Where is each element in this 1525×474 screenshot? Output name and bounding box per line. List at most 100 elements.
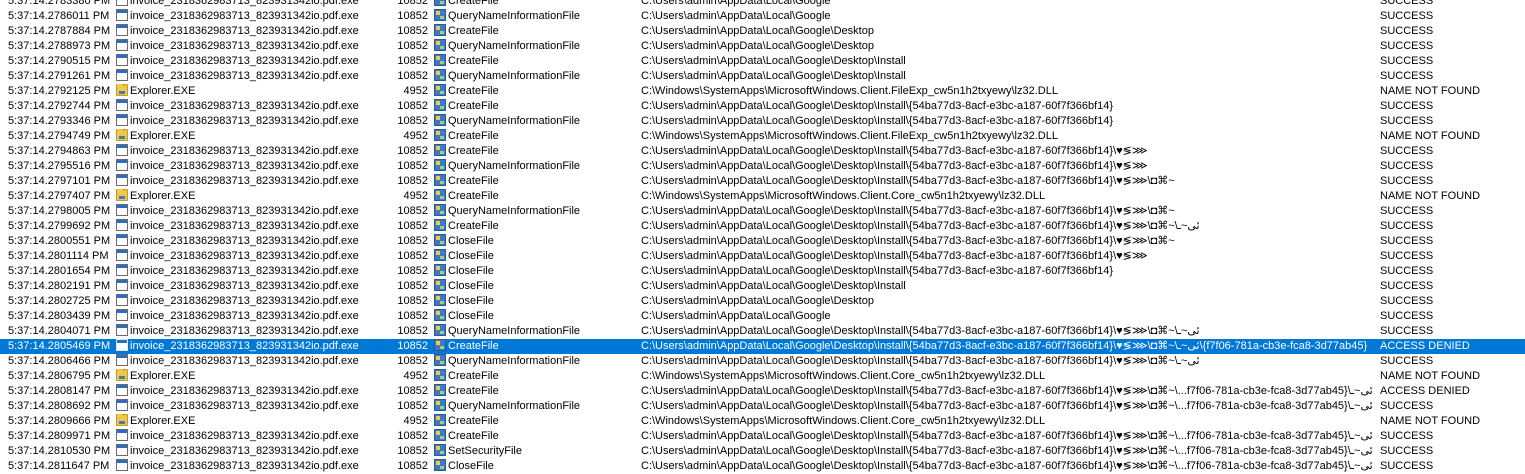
time-cell: 5:37:14.2800551 PM: [8, 235, 111, 247]
filesystem-operation-icon: [434, 204, 446, 216]
event-row[interactable]: 5:37:14.2808692 PM invoice_2318362983713…: [0, 399, 1525, 414]
event-row[interactable]: 5:37:14.2787884 PM invoice_2318362983713…: [0, 24, 1525, 39]
operation-name: CreateFile: [448, 100, 499, 112]
operation-name: QueryNameInformationFile: [448, 70, 581, 82]
event-row[interactable]: 5:37:14.2804071 PM invoice_2318362983713…: [0, 324, 1525, 339]
pid-cell: 4952: [403, 190, 428, 202]
time-cell: 5:37:14.2792125 PM: [8, 85, 111, 97]
process-name: invoice_2318362983713_823931342io.pdf.ex…: [130, 385, 359, 397]
filesystem-operation-icon: [434, 444, 446, 456]
operation-name: CloseFile: [448, 250, 494, 262]
exe-icon: [116, 99, 128, 111]
pid-cell: 10852: [397, 430, 428, 442]
time-cell: 5:37:14.2790515 PM: [8, 55, 111, 67]
path-cell: C:\Users\admin\AppData\Local\Google\Desk…: [641, 175, 1175, 187]
exe-icon: [116, 444, 128, 456]
operation-cell: CreateFile: [434, 339, 634, 354]
operation-name: CreateFile: [448, 430, 499, 442]
operation-name: CloseFile: [448, 310, 494, 322]
path-cell: C:\Users\admin\AppData\Local\Google\Desk…: [641, 100, 1114, 112]
event-row[interactable]: 5:37:14.2806466 PM invoice_2318362983713…: [0, 354, 1525, 369]
operation-name: CreateFile: [448, 340, 499, 352]
event-row[interactable]: 5:37:14.2793346 PM invoice_2318362983713…: [0, 114, 1525, 129]
filesystem-operation-icon: [434, 294, 446, 306]
result-cell: SUCCESS: [1380, 310, 1434, 322]
event-row[interactable]: 5:37:14.2809666 PM Explorer.EXE 4952 Cre…: [0, 414, 1525, 429]
event-row[interactable]: 5:37:14.2803439 PM invoice_2318362983713…: [0, 309, 1525, 324]
filesystem-operation-icon: [434, 234, 446, 246]
event-row[interactable]: 5:37:14.2801114 PM invoice_2318362983713…: [0, 249, 1525, 264]
time-cell: 5:37:14.2804071 PM: [8, 325, 111, 337]
exe-icon: [116, 69, 128, 81]
path-cell: C:\Windows\SystemApps\MicrosoftWindows.C…: [641, 85, 1058, 97]
event-row[interactable]: 5:37:14.2794749 PM Explorer.EXE 4952 Cre…: [0, 129, 1525, 144]
operation-cell: CreateFile: [434, 99, 634, 114]
process-name: invoice_2318362983713_823931342io.pdf.ex…: [130, 445, 359, 457]
result-cell: SUCCESS: [1380, 220, 1434, 232]
time-cell: 5:37:14.2794749 PM: [8, 130, 111, 142]
operation-cell: CreateFile: [434, 189, 634, 204]
process-cell: invoice_2318362983713_823931342io.pdf.ex…: [116, 39, 386, 54]
operation-cell: QueryNameInformationFile: [434, 399, 634, 414]
process-name: invoice_2318362983713_823931342io.pdf.ex…: [130, 235, 359, 247]
operation-name: QueryNameInformationFile: [448, 325, 581, 337]
event-row[interactable]: 5:37:14.2806795 PM Explorer.EXE 4952 Cre…: [0, 369, 1525, 384]
event-row[interactable]: 5:37:14.2799692 PM invoice_2318362983713…: [0, 219, 1525, 234]
exe-icon: [116, 429, 128, 441]
event-row[interactable]: 5:37:14.2797101 PM invoice_2318362983713…: [0, 174, 1525, 189]
event-list[interactable]: 5:37:14.2783380 PM invoice_2318362983713…: [0, 0, 1525, 474]
pid-cell: 10852: [397, 460, 428, 472]
event-row[interactable]: 5:37:14.2800551 PM invoice_2318362983713…: [0, 234, 1525, 249]
event-row[interactable]: 5:37:14.2802725 PM invoice_2318362983713…: [0, 294, 1525, 309]
process-cell: invoice_2318362983713_823931342io.pdf.ex…: [116, 0, 386, 9]
event-row[interactable]: 5:37:14.2797407 PM Explorer.EXE 4952 Cre…: [0, 189, 1525, 204]
path-cell: C:\Users\admin\AppData\Local\Google\Desk…: [641, 445, 1373, 457]
process-name: invoice_2318362983713_823931342io.pdf.ex…: [130, 250, 359, 262]
path-cell: C:\Users\admin\AppData\Local\Google\Desk…: [641, 25, 874, 37]
exe-icon: [116, 264, 128, 276]
event-row[interactable]: 5:37:14.2798005 PM invoice_2318362983713…: [0, 204, 1525, 219]
event-row[interactable]: 5:37:14.2808147 PM invoice_2318362983713…: [0, 384, 1525, 399]
time-cell: 5:37:14.2808147 PM: [8, 385, 111, 397]
filesystem-operation-icon: [434, 459, 446, 471]
event-row[interactable]: 5:37:14.2792744 PM invoice_2318362983713…: [0, 99, 1525, 114]
process-name: Explorer.EXE: [130, 85, 196, 97]
exe-icon: [116, 249, 128, 261]
result-cell: SUCCESS: [1380, 100, 1434, 112]
path-cell: C:\Users\admin\AppData\Local\Google\Desk…: [641, 295, 874, 307]
time-cell: 5:37:14.2811647 PM: [8, 460, 110, 472]
event-row[interactable]: 5:37:14.2792125 PM Explorer.EXE 4952 Cre…: [0, 84, 1525, 99]
event-row[interactable]: 5:37:14.2786011 PM invoice_2318362983713…: [0, 9, 1525, 24]
event-row[interactable]: 5:37:14.2791261 PM invoice_2318362983713…: [0, 69, 1525, 84]
process-cell: invoice_2318362983713_823931342io.pdf.ex…: [116, 309, 386, 324]
event-row[interactable]: 5:37:14.2810530 PM invoice_2318362983713…: [0, 444, 1525, 459]
process-name: invoice_2318362983713_823931342io.pdf.ex…: [130, 340, 359, 352]
event-row[interactable]: 5:37:14.2802191 PM invoice_2318362983713…: [0, 279, 1525, 294]
filesystem-operation-icon: [434, 429, 446, 441]
operation-name: CreateFile: [448, 415, 499, 427]
filesystem-operation-icon: [434, 39, 446, 51]
filesystem-operation-icon: [434, 249, 446, 261]
path-cell: C:\Users\admin\AppData\Local\Google\Desk…: [641, 220, 1200, 232]
time-cell: 5:37:14.2809666 PM: [8, 415, 111, 427]
time-cell: 5:37:14.2793346 PM: [8, 115, 111, 127]
result-cell: NAME NOT FOUND: [1380, 190, 1481, 202]
operation-cell: CreateFile: [434, 84, 634, 99]
event-row[interactable]: 5:37:14.2795516 PM invoice_2318362983713…: [0, 159, 1525, 174]
time-cell: 5:37:14.2788973 PM: [8, 40, 111, 52]
folder-icon: [116, 369, 128, 381]
event-row[interactable]: 5:37:14.2783380 PM invoice_2318362983713…: [0, 0, 1525, 9]
path-cell: C:\Windows\SystemApps\MicrosoftWindows.C…: [641, 370, 1046, 382]
pid-cell: 10852: [397, 175, 428, 187]
event-row[interactable]: 5:37:14.2811647 PM invoice_2318362983713…: [0, 459, 1525, 474]
event-row[interactable]: 5:37:14.2788973 PM invoice_2318362983713…: [0, 39, 1525, 54]
event-row[interactable]: 5:37:14.2794863 PM invoice_2318362983713…: [0, 144, 1525, 159]
filesystem-operation-icon: [434, 264, 446, 276]
event-row[interactable]: 5:37:14.2809971 PM invoice_2318362983713…: [0, 429, 1525, 444]
event-row[interactable]: 5:37:14.2805469 PM invoice_2318362983713…: [0, 339, 1525, 354]
event-row[interactable]: 5:37:14.2790515 PM invoice_2318362983713…: [0, 54, 1525, 69]
operation-cell: CreateFile: [434, 429, 634, 444]
operation-name: CreateFile: [448, 130, 499, 142]
operation-cell: QueryNameInformationFile: [434, 324, 634, 339]
event-row[interactable]: 5:37:14.2801654 PM invoice_2318362983713…: [0, 264, 1525, 279]
